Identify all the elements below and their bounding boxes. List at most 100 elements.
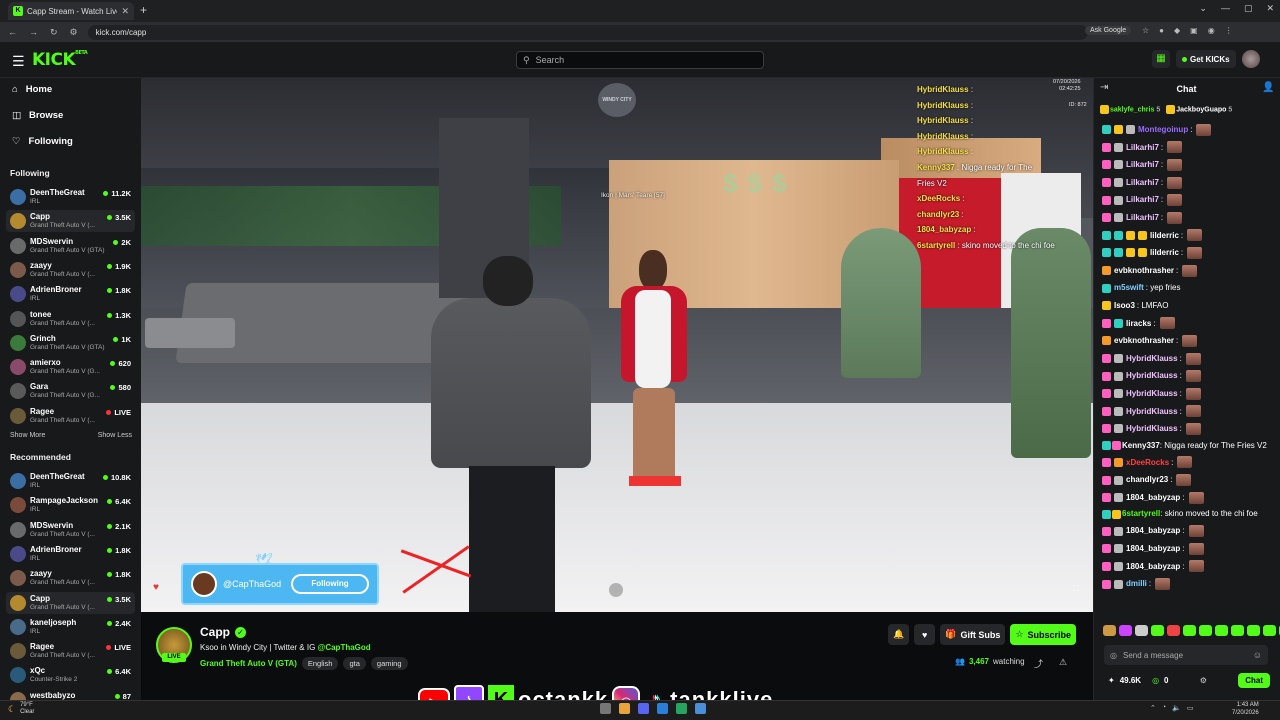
- nav-home[interactable]: ⌂ Home: [12, 84, 52, 95]
- chat-username[interactable]: HybridKlauss: [1126, 350, 1178, 368]
- forward-icon[interactable]: →: [29, 27, 38, 38]
- emoji-icon[interactable]: ☺: [1253, 650, 1262, 660]
- shield-icon[interactable]: ◆: [1174, 26, 1180, 35]
- chat-message[interactable]: evbknothrasher:: [1102, 332, 1274, 350]
- chat-username[interactable]: evbknothrasher: [1114, 332, 1174, 350]
- chat-username[interactable]: lilderric: [1150, 227, 1179, 245]
- sidebar-channel-adrienbroner[interactable]: AdrienBroner IRL 1.8K: [6, 283, 135, 305]
- site-info-icon[interactable]: ⚙: [70, 27, 78, 38]
- get-kicks-button[interactable]: Get KICKs: [1176, 50, 1236, 68]
- chat-message[interactable]: lilderric:: [1102, 227, 1274, 245]
- kick-logo[interactable]: KICKBETA: [32, 50, 88, 70]
- kicks-balance[interactable]: 49.6K: [1120, 676, 1141, 685]
- report-icon[interactable]: ⚠: [1059, 657, 1067, 670]
- sidebar-channel-capp[interactable]: Capp Grand Theft Auto V (... 3.5K: [6, 591, 135, 614]
- star-icon[interactable]: ☆: [1142, 26, 1149, 35]
- app-icon[interactable]: [638, 703, 649, 714]
- clips-button[interactable]: ▦: [1152, 50, 1170, 68]
- top-gifter[interactable]: saklyfe_chris 5: [1100, 105, 1160, 119]
- chat-username[interactable]: liracks: [1126, 315, 1151, 333]
- reload-icon[interactable]: ↻: [50, 27, 58, 38]
- minimize-icon[interactable]: —: [1221, 3, 1230, 14]
- top-gifter[interactable]: JackboyGuapo 5: [1166, 105, 1232, 119]
- extension-icon[interactable]: ●: [1159, 26, 1164, 35]
- search-bar[interactable]: ⚲: [516, 51, 764, 69]
- quick-emote-icon[interactable]: [1263, 625, 1276, 636]
- app-icon[interactable]: [695, 703, 706, 714]
- quick-emote-icon[interactable]: [1199, 625, 1212, 636]
- chat-username[interactable]: chandlyr23: [1126, 471, 1168, 489]
- chat-message[interactable]: HybridKlauss:: [1102, 420, 1274, 438]
- follow-heart-button[interactable]: ♥: [914, 624, 936, 645]
- send-chat-button[interactable]: Chat: [1238, 673, 1270, 688]
- chat-username[interactable]: 6startyrell: [1122, 509, 1160, 518]
- sidebar-channel-adrienbroner[interactable]: AdrienBroner IRL 1.8K: [6, 543, 135, 565]
- chat-message[interactable]: HybridKlauss:: [1102, 385, 1274, 403]
- chat-message[interactable]: Montegoinup:: [1102, 121, 1274, 139]
- share-icon[interactable]: ⤴: [1034, 657, 1043, 670]
- taskbar-clock[interactable]: 1:43 AM 7/20/2026: [1232, 701, 1259, 717]
- app-icon[interactable]: [676, 703, 687, 714]
- chat-message[interactable]: Lilkarhi7:: [1102, 156, 1274, 174]
- hamburger-menu-icon[interactable]: ☰: [12, 53, 25, 70]
- sidebar-channel-kaneljoseph[interactable]: kaneljoseph IRL 2.4K: [6, 616, 135, 638]
- chat-message[interactable]: Kenny337: Nigga ready for The Fries V2: [1102, 441, 1274, 451]
- nav-following[interactable]: ♡ Following: [12, 136, 73, 147]
- quick-emote-icon[interactable]: [1103, 625, 1116, 636]
- sidebar-channel-ragee[interactable]: Ragee Grand Theft Auto V (... LIVE: [6, 405, 135, 427]
- quick-emote-icon[interactable]: [1215, 625, 1228, 636]
- chat-username[interactable]: HybridKlauss: [1126, 367, 1178, 385]
- user-avatar[interactable]: [1241, 50, 1260, 68]
- show-less-button[interactable]: Show Less: [98, 432, 132, 439]
- channel-name[interactable]: Capp: [200, 625, 230, 639]
- chat-username[interactable]: 1804_babyzap: [1126, 558, 1180, 576]
- chat-username[interactable]: Lilkarhi7: [1126, 139, 1159, 157]
- chat-username[interactable]: HybridKlauss: [1126, 420, 1178, 438]
- profile-icon[interactable]: ◉: [1208, 26, 1215, 35]
- chat-message[interactable]: HybridKlauss:: [1102, 350, 1274, 368]
- chat-message[interactable]: m5swift: yep fries: [1102, 279, 1274, 297]
- battery-icon[interactable]: ▭: [1187, 704, 1194, 712]
- sidebar-channel-deenthegreat[interactable]: DeenTheGreat IRL 10.8K: [6, 470, 135, 492]
- sidebar-channel-xqc[interactable]: xQc Counter-Strike 2 6.4K: [6, 664, 135, 686]
- ask-google-button[interactable]: Ask Google: [1085, 26, 1132, 35]
- chat-message[interactable]: 1804_babyzap:: [1102, 522, 1274, 540]
- chat-username[interactable]: m5swift: [1114, 279, 1144, 297]
- chat-message[interactable]: HybridKlauss:: [1102, 367, 1274, 385]
- chat-message[interactable]: lilderric:: [1102, 244, 1274, 262]
- fullscreen-icon[interactable]: ⛶: [1073, 584, 1079, 594]
- video-player[interactable]: $$$ WINDY CITY 07/20/2026 02:42:25 ID: 8…: [141, 78, 1093, 612]
- chat-username[interactable]: 1804_babyzap: [1126, 540, 1180, 558]
- sidebar-channel-tonee[interactable]: tonee Grand Theft Auto V (... 1.3K: [6, 308, 135, 330]
- app-icon[interactable]: [619, 703, 630, 714]
- quick-emote-icon[interactable]: [1247, 625, 1260, 636]
- show-more-button[interactable]: Show More: [10, 432, 45, 439]
- channel-points[interactable]: 0: [1164, 676, 1168, 685]
- chat-username[interactable]: Lilkarhi7: [1126, 156, 1159, 174]
- app-icon[interactable]: [600, 703, 611, 714]
- chat-username[interactable]: Isoo3: [1114, 297, 1135, 315]
- quick-emote-icon[interactable]: [1151, 625, 1164, 636]
- sidebar-channel-mdswervin[interactable]: MDSwervin Grand Theft Auto V (GTA) 2K: [6, 235, 135, 257]
- sidebar-channel-amierxo[interactable]: amierxo Grand Theft Auto V (G... 620: [6, 356, 135, 378]
- quick-emote-icon[interactable]: [1135, 625, 1148, 636]
- tag-gaming[interactable]: gaming: [370, 657, 408, 670]
- chat-message[interactable]: 6startyrell: skino moved to the chi foe: [1102, 509, 1274, 519]
- chat-message[interactable]: 1804_babyzap:: [1102, 540, 1274, 558]
- sidebar-channel-gara[interactable]: Gara Grand Theft Auto V (G... 580: [6, 380, 135, 402]
- sidebar-channel-grinch[interactable]: Grinch Grand Theft Auto V (GTA) 1K: [6, 332, 135, 354]
- stream-title-handle[interactable]: @CapThaGod: [318, 643, 371, 652]
- chevron-up-icon[interactable]: ⌃: [1150, 704, 1156, 712]
- chat-message[interactable]: 1804_babyzap:: [1102, 558, 1274, 576]
- quick-emote-icon[interactable]: [1167, 625, 1180, 636]
- chat-username[interactable]: HybridKlauss: [1126, 385, 1178, 403]
- chat-username[interactable]: 1804_babyzap: [1126, 489, 1180, 507]
- chevron-down-icon[interactable]: ⌄: [1199, 3, 1207, 14]
- chat-message[interactable]: Isoo3: LMFAO: [1102, 297, 1274, 315]
- app-icon[interactable]: [657, 703, 668, 714]
- stream-category[interactable]: Grand Theft Auto V (GTA): [200, 659, 297, 668]
- new-tab-button[interactable]: +: [140, 3, 147, 17]
- chat-message[interactable]: 1804_babyzap:: [1102, 489, 1274, 507]
- nav-browse[interactable]: ◫ Browse: [12, 110, 63, 121]
- browser-tab[interactable]: K Capp Stream - Watch Live ✕: [8, 2, 134, 20]
